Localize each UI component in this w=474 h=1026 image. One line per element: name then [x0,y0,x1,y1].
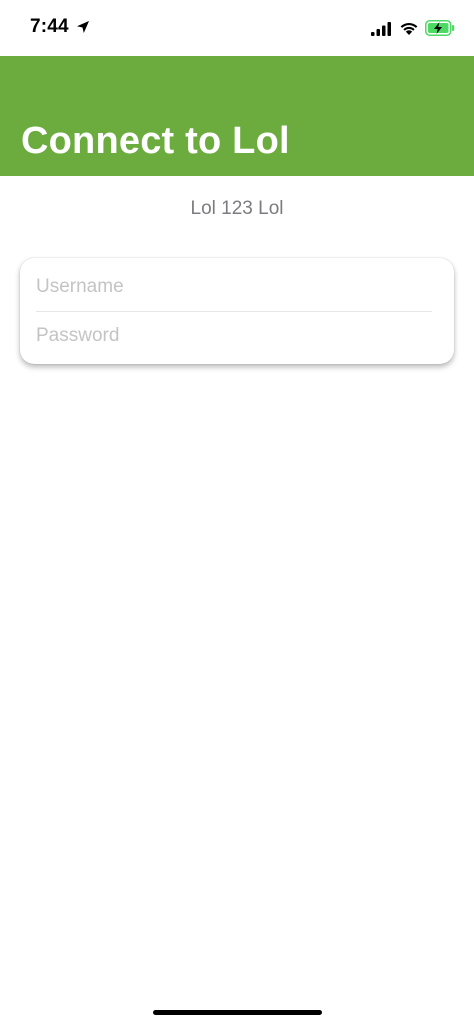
header-bar: Connect to Lol [0,56,474,176]
app-screen: 7:44 Connect to Lol Lol 123 Lol [0,0,474,1026]
cellular-signal-icon [371,22,391,36]
page-title: Connect to Lol [21,120,290,162]
password-input[interactable] [36,314,438,358]
location-arrow-icon [77,21,89,33]
login-form-card [20,258,454,364]
field-divider [36,311,432,312]
username-input[interactable] [36,265,438,309]
subtitle-text: Lol 123 Lol [190,198,284,219]
status-bar: 7:44 [0,0,474,56]
home-indicator[interactable] [153,1010,322,1015]
battery-charging-icon [425,20,455,36]
wifi-icon [400,22,418,35]
status-time: 7:44 [30,16,69,37]
